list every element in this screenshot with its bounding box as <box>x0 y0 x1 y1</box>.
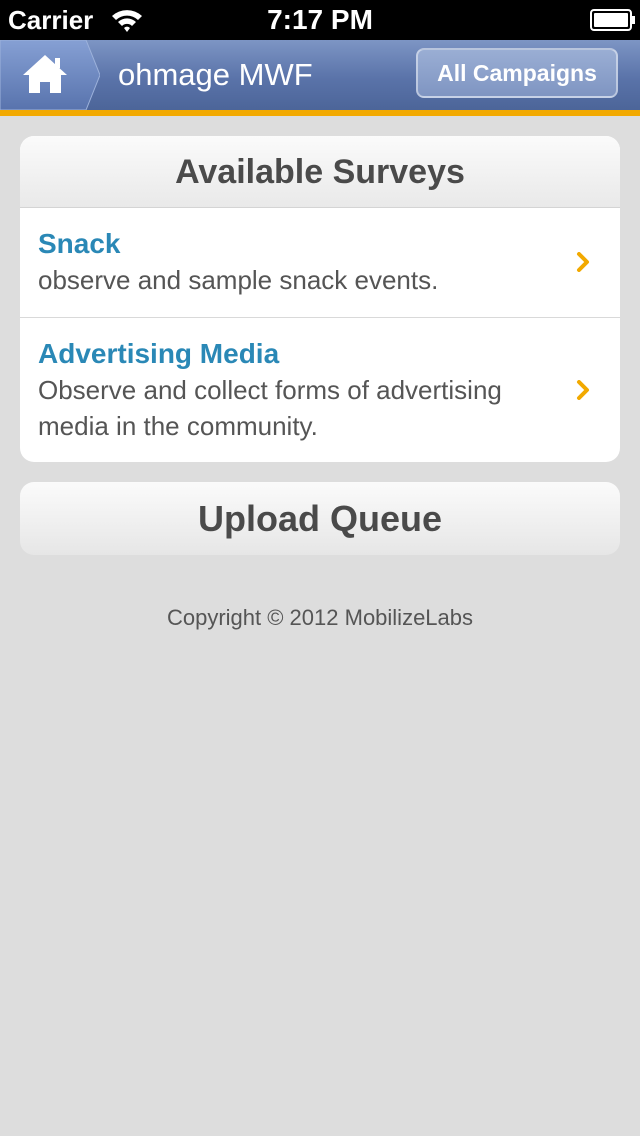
available-surveys-card: Available Surveys Snack observe and samp… <box>20 136 620 462</box>
survey-title: Advertising Media <box>38 338 280 369</box>
nav-title: ohmage MWF <box>118 57 313 92</box>
status-bar: Carrier 7:17 PM <box>0 0 640 40</box>
survey-item-advertising-media[interactable]: Advertising Media Observe and collect fo… <box>20 318 620 462</box>
surveys-header: Available Surveys <box>20 136 620 208</box>
upload-queue-button[interactable]: Upload Queue <box>20 482 620 555</box>
all-campaigns-button[interactable]: All Campaigns <box>416 48 618 98</box>
copyright-text: Copyright © 2012 MobilizeLabs <box>166 605 474 630</box>
survey-description: observe and sample snack events. <box>38 265 439 295</box>
battery-icon <box>590 9 636 31</box>
nav-accent-stripe <box>0 110 640 116</box>
home-icon <box>0 40 100 110</box>
survey-title: Snack <box>38 228 121 259</box>
navigation-bar: ohmage MWF All Campaigns <box>0 40 640 110</box>
chevron-right-icon <box>577 380 589 400</box>
home-button[interactable] <box>0 40 100 110</box>
clock-time: 7:17 PM <box>267 4 373 35</box>
chevron-right-icon <box>577 252 589 272</box>
survey-item-snack[interactable]: Snack observe and sample snack events. <box>20 208 620 318</box>
survey-description: Observe and collect forms of advertising… <box>38 375 502 441</box>
